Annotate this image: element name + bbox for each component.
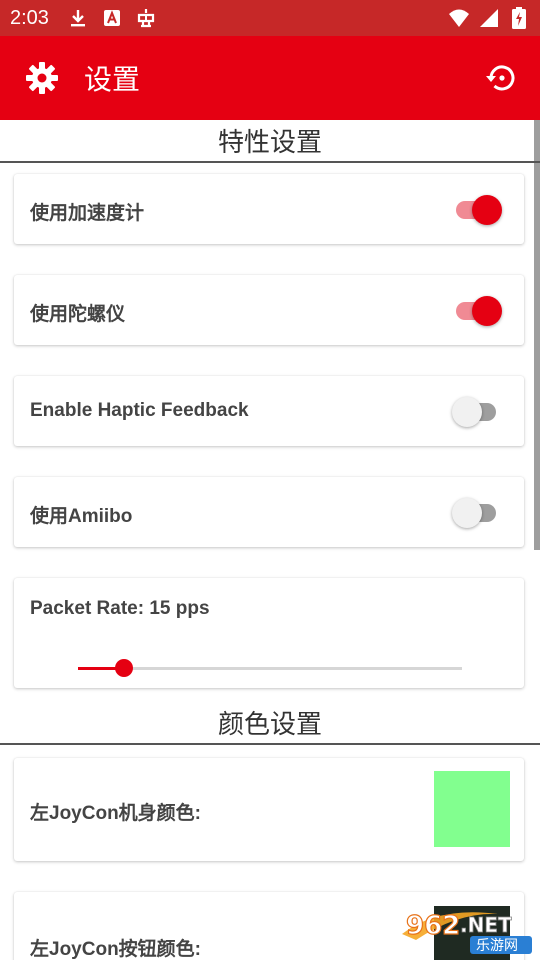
gear-icon[interactable] xyxy=(22,58,62,98)
color-swatch[interactable] xyxy=(434,771,510,847)
restore-icon[interactable] xyxy=(482,58,522,98)
watermark-logo: 962 .NET 乐游网 xyxy=(398,904,534,956)
setting-label: Enable Haptic Feedback xyxy=(30,400,249,421)
haptic-feedback-switch[interactable] xyxy=(452,394,502,428)
setting-label: 左JoyCon按钮颜色: xyxy=(30,939,202,960)
switch-thumb xyxy=(472,296,502,326)
svg-text:.NET: .NET xyxy=(460,913,512,937)
settings-list[interactable]: 特性设置 使用加速度计 使用陀螺仪 Enable Haptic Feedback… xyxy=(0,120,540,960)
app-bar: 设置 xyxy=(0,36,540,120)
accelerometer-switch[interactable] xyxy=(452,192,502,226)
setting-label: 使用陀螺仪 xyxy=(30,304,126,325)
a-notification-icon xyxy=(101,7,123,29)
switch-thumb xyxy=(452,397,482,427)
slider-rail xyxy=(78,667,462,670)
setting-accelerometer[interactable]: 使用加速度计 xyxy=(14,174,524,244)
signal-icon xyxy=(478,7,500,29)
status-bar: 2:03 xyxy=(0,0,540,36)
setting-label: 使用加速度计 xyxy=(30,203,145,224)
robot-notification-icon xyxy=(135,7,157,29)
setting-amiibo[interactable]: 使用Amiibo xyxy=(14,477,524,547)
gyroscope-switch[interactable] xyxy=(452,293,502,327)
svg-text:乐游网: 乐游网 xyxy=(476,938,518,954)
download-icon xyxy=(67,7,89,29)
setting-label: 使用Amiibo xyxy=(30,506,133,527)
section-header-colors: 颜色设置 xyxy=(0,704,540,745)
battery-charging-icon xyxy=(508,7,530,29)
switch-thumb xyxy=(472,195,502,225)
svg-text:962: 962 xyxy=(406,911,460,941)
slider-thumb[interactable] xyxy=(115,659,134,677)
setting-left-joycon-body-color[interactable]: 左JoyCon机身颜色: xyxy=(14,758,524,861)
wifi-icon xyxy=(448,7,470,29)
status-time: 2:03 xyxy=(10,6,49,29)
switch-thumb xyxy=(452,498,482,528)
setting-gyroscope[interactable]: 使用陀螺仪 xyxy=(14,275,524,345)
scrollbar[interactable] xyxy=(534,120,540,550)
packet-rate-slider[interactable] xyxy=(78,658,462,678)
setting-haptic-feedback[interactable]: Enable Haptic Feedback xyxy=(14,376,524,446)
section-header-features: 特性设置 xyxy=(0,122,540,163)
setting-label: 左JoyCon机身颜色: xyxy=(30,803,202,824)
page-title: 设置 xyxy=(84,63,141,96)
amiibo-switch[interactable] xyxy=(452,495,502,529)
packet-rate-label: Packet Rate: 15 pps xyxy=(30,598,210,619)
setting-packet-rate: Packet Rate: 15 pps xyxy=(14,578,524,688)
